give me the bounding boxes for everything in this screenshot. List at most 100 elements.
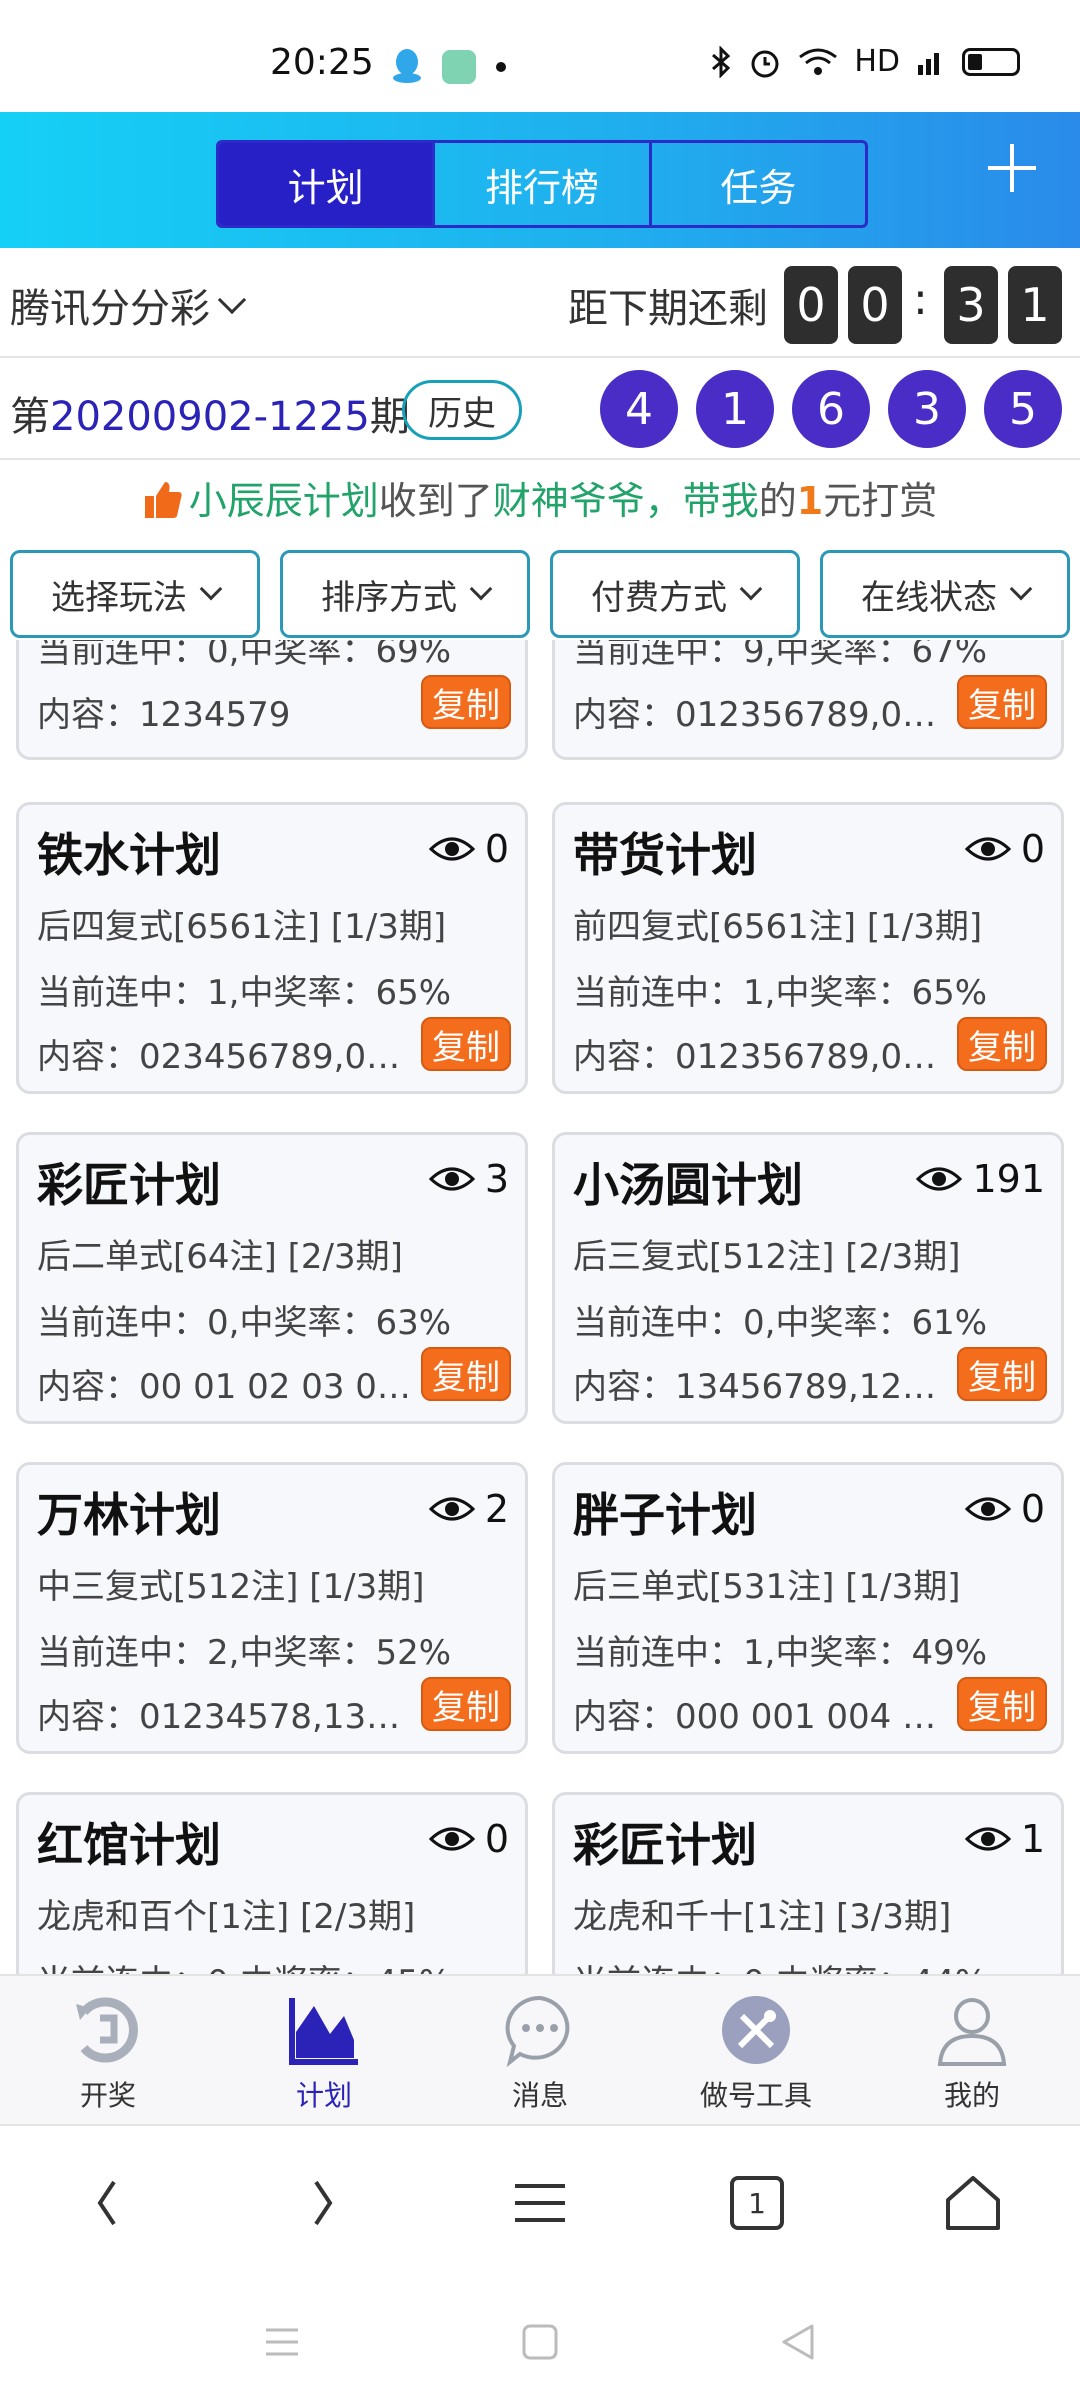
copy-button[interactable]: 复制 xyxy=(421,1677,511,1731)
back-icon[interactable] xyxy=(72,2168,142,2238)
view-count: 191 xyxy=(916,1157,1045,1201)
copy-button[interactable]: 复制 xyxy=(421,1347,511,1401)
notice-mid: 收到了 xyxy=(378,479,493,523)
plan-stats: 当前连中：0,中奖率：44% xyxy=(573,1955,987,1974)
nav-item-profile[interactable]: 我的 xyxy=(864,1976,1080,2124)
alarm-icon xyxy=(751,50,779,77)
view-count: 0 xyxy=(964,827,1045,871)
tabs-icon[interactable]: 1 xyxy=(722,2168,792,2238)
plan-card[interactable]: 带货计划 0 前四复式[6561注] [1/3期] 当前连中：1,中奖率：65%… xyxy=(552,802,1064,1094)
result-ball: 5 xyxy=(984,370,1062,448)
home-icon[interactable] xyxy=(938,2168,1008,2238)
view-count-value: 0 xyxy=(1020,827,1045,871)
plus-icon[interactable] xyxy=(984,140,1040,196)
wifi-icon xyxy=(799,48,838,75)
chevron-down-icon xyxy=(469,577,493,601)
nav-item-tools[interactable]: 做号工具 xyxy=(648,1976,864,2124)
copy-button[interactable]: 复制 xyxy=(421,1017,511,1071)
filter-play-type[interactable]: 选择玩法 xyxy=(10,550,260,638)
copy-button[interactable]: 复制 xyxy=(957,1347,1047,1401)
bottom-nav: 开奖 计划 消息 做号工具 我的 xyxy=(0,1974,1080,2124)
notice-sender: 小辰辰计划 xyxy=(188,479,379,523)
plan-type: 后四复式[6561注] [1/3期] xyxy=(37,907,447,947)
countdown-digit: 1 xyxy=(1008,266,1062,344)
tab-plan[interactable]: 计划 xyxy=(219,143,436,225)
notice-amount: 1 xyxy=(796,479,824,523)
plan-type: 后三单式[531注] [1/3期] xyxy=(573,1567,961,1607)
copy-button[interactable]: 复制 xyxy=(957,1677,1047,1731)
plan-content: 内容：13456789,124… xyxy=(573,1367,953,1407)
tab-ranking[interactable]: 排行榜 xyxy=(435,143,652,225)
eye-icon xyxy=(428,1497,475,1521)
plan-card[interactable]: 当前连中：9,中奖率：67% 内容：012356789,01… 复制 xyxy=(552,640,1064,760)
eye-icon xyxy=(964,837,1011,861)
lottery-draw-icon xyxy=(76,1997,138,2063)
filter-label: 选择玩法 xyxy=(51,577,187,618)
filter-payment[interactable]: 付费方式 xyxy=(550,550,800,638)
countdown-digit: 0 xyxy=(848,266,902,344)
plan-content: 内容：01234578,134… xyxy=(37,1697,417,1737)
view-count: 2 xyxy=(428,1487,509,1531)
lottery-selector[interactable]: 腾讯分分彩 xyxy=(10,276,247,334)
lottery-row: 腾讯分分彩 距下期还剩 0 0 : 3 1 xyxy=(0,248,1080,358)
plan-stats: 当前连中：0,中奖率：69% xyxy=(37,640,452,671)
status-bar: 20:25 HD xyxy=(0,0,1080,112)
bluetooth-icon xyxy=(712,45,731,78)
chart-icon xyxy=(289,1998,358,2065)
plan-card[interactable]: 胖子计划 0 后三单式[531注] [1/3期] 当前连中：1,中奖率：49% … xyxy=(552,1462,1064,1754)
plan-title: 万林计划 xyxy=(37,1488,221,1542)
forward-icon[interactable] xyxy=(288,2168,358,2238)
plan-type: 后二单式[64注] [2/3期] xyxy=(37,1237,403,1277)
nav-item-lottery[interactable]: 开奖 xyxy=(0,1976,216,2124)
copy-button[interactable]: 复制 xyxy=(957,675,1047,729)
recent-apps-icon[interactable] xyxy=(260,2320,304,2364)
plan-card[interactable]: 小汤圆计划 191 后三复式[512注] [2/3期] 当前连中：0,中奖率：6… xyxy=(552,1132,1064,1424)
filter-online-status[interactable]: 在线状态 xyxy=(820,550,1070,638)
plan-card[interactable]: 当前连中：0,中奖率：69% 内容：1234579 复制 xyxy=(16,640,528,760)
filter-bar: 选择玩法 排序方式 付费方式 在线状态 xyxy=(10,550,1070,638)
countdown-label: 距下期还剩 xyxy=(568,286,768,332)
view-count-value: 1 xyxy=(1020,1817,1045,1861)
view-count: 1 xyxy=(964,1817,1045,1861)
issue-row: 第20200902-1225期 历史 4 1 6 3 5 xyxy=(0,360,1080,460)
nav-item-plan[interactable]: 计划 xyxy=(216,1976,432,2124)
app-header: 计划 排行榜 任务 xyxy=(0,112,1080,248)
copy-button[interactable]: 复制 xyxy=(957,1017,1047,1071)
filter-label: 排序方式 xyxy=(321,577,457,618)
eye-icon xyxy=(964,1497,1011,1521)
plan-card[interactable]: 万林计划 2 中三复式[512注] [1/3期] 当前连中：2,中奖率：52% … xyxy=(16,1462,528,1754)
notice-de: 的 xyxy=(758,479,797,523)
nav-item-messages[interactable]: 消息 xyxy=(432,1976,648,2124)
status-time: 20:25 xyxy=(270,42,374,83)
home-square-icon[interactable] xyxy=(518,2320,562,2364)
view-count-value: 0 xyxy=(484,827,509,871)
lottery-name: 腾讯分分彩 xyxy=(10,286,210,332)
result-ball: 6 xyxy=(792,370,870,448)
plan-card[interactable]: 彩匠计划 1 龙虎和千十[1注] [3/3期] 当前连中：0,中奖率：44% xyxy=(552,1792,1064,1974)
countdown-digit: 0 xyxy=(784,266,838,344)
plan-type: 前四复式[6561注] [1/3期] xyxy=(573,907,983,947)
notification-dot xyxy=(496,62,506,72)
plan-card[interactable]: 彩匠计划 3 后二单式[64注] [2/3期] 当前连中：0,中奖率：63% 内… xyxy=(16,1132,528,1424)
plan-content: 内容：012356789,01… xyxy=(573,1037,953,1077)
copy-button[interactable]: 复制 xyxy=(421,675,511,729)
history-button[interactable]: 历史 xyxy=(402,380,522,440)
plan-card[interactable]: 铁水计划 0 后四复式[6561注] [1/3期] 当前连中：1,中奖率：65%… xyxy=(16,802,528,1094)
plan-title: 带货计划 xyxy=(573,828,757,882)
plan-stats: 当前连中：2,中奖率：52% xyxy=(37,1633,452,1673)
eye-icon xyxy=(428,1827,475,1851)
tab-count: 1 xyxy=(730,2176,784,2230)
result-ball: 3 xyxy=(888,370,966,448)
filter-sort[interactable]: 排序方式 xyxy=(280,550,530,638)
chevron-down-icon xyxy=(199,577,223,601)
tab-tasks[interactable]: 任务 xyxy=(652,143,865,225)
view-count: 0 xyxy=(964,1487,1045,1531)
plan-card[interactable]: 红馆计划 0 龙虎和百个[1注] [2/3期] 当前连中：0,中奖率：45% xyxy=(16,1792,528,1974)
eye-icon xyxy=(916,1167,963,1191)
menu-icon[interactable] xyxy=(505,2168,575,2238)
plan-stats: 当前连中：1,中奖率：49% xyxy=(573,1633,988,1673)
plan-list: 当前连中：0,中奖率：69% 内容：1234579 复制 当前连中：9,中奖率：… xyxy=(0,640,1080,1974)
chevron-down-icon xyxy=(217,285,247,315)
back-triangle-icon[interactable] xyxy=(776,2320,820,2364)
issue-value: 20200902-1225 xyxy=(50,394,370,440)
